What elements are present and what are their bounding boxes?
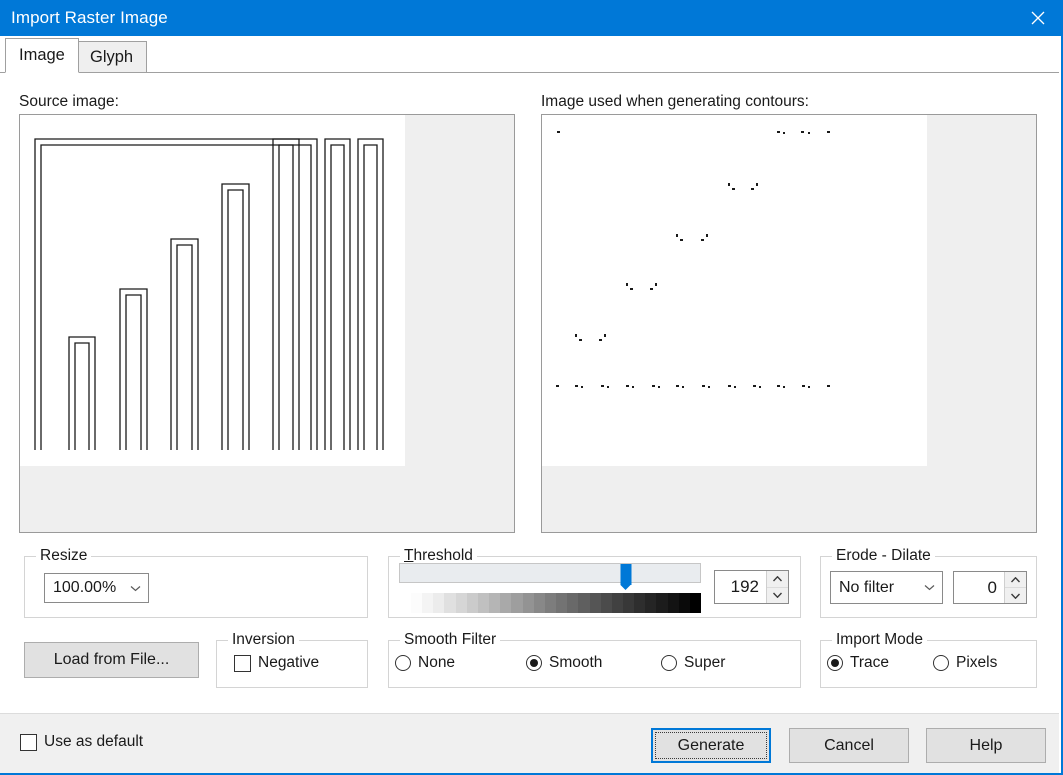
smooth-filter-option-none[interactable]: None [395,654,455,672]
dialog-body: Source image: Image used when generating… [0,73,1059,713]
erode-dilate-filter-value: No filter [839,578,895,596]
import-mode-option-trace[interactable]: Trace [827,654,889,672]
negative-checkbox-box [234,654,251,672]
resize-group-title: Resize [36,547,92,565]
source-image-label: Source image: [19,93,119,110]
cancel-button-label: Cancel [824,736,874,754]
contours-image-artwork [542,115,927,466]
threshold-gradient-bar [411,593,702,613]
smooth-filter-none-label: None [418,654,456,671]
erode-dilate-spinner-buttons [1004,572,1026,603]
cancel-button[interactable]: Cancel [789,728,909,763]
use-as-default-label: Use as default [44,733,144,750]
contours-image-canvas [542,115,927,466]
threshold-slider[interactable] [399,563,701,590]
smooth-filter-none-radio [395,655,411,671]
negative-checkbox[interactable]: Negative [234,654,319,672]
tab-glyph-label: Glyph [90,47,134,66]
smooth-filter-group-title: Smooth Filter [400,631,501,649]
import-raster-image-dialog: Import Raster Image Glyph Image Source i… [0,0,1063,775]
source-image-preview[interactable] [19,114,515,533]
smooth-filter-super-radio [661,655,677,671]
smooth-filter-option-super[interactable]: Super [661,654,725,672]
tab-strip: Glyph Image [0,36,1059,73]
threshold-value: 192 [730,577,759,596]
generate-button-label: Generate [677,736,745,754]
source-image-canvas [20,115,405,466]
threshold-title-rest: hreshold [413,547,473,564]
smooth-filter-super-label: Super [684,654,726,671]
smooth-filter-smooth-label: Smooth [549,654,603,671]
source-image-artwork [20,115,405,466]
smooth-filter-smooth-radio [526,655,542,671]
erode-dilate-group: Erode - Dilate No filter 0 [820,547,1037,618]
import-mode-trace-radio [827,655,843,671]
tab-glyph[interactable]: Glyph [76,41,148,73]
help-button-label: Help [969,736,1003,754]
dialog-footer: Use as default Generate Cancel Help [0,713,1059,773]
threshold-spin-down-icon[interactable] [767,587,788,603]
erode-dilate-filter-combobox[interactable]: No filter [830,571,943,604]
contours-image-preview[interactable] [541,114,1037,533]
import-mode-pixels-label: Pixels [956,654,998,671]
erode-dilate-spin-up-icon[interactable] [1005,572,1026,588]
negative-checkbox-label: Negative [258,654,320,671]
generate-button[interactable]: Generate [651,728,771,763]
threshold-spin-up-icon[interactable] [767,571,788,588]
import-mode-group-title: Import Mode [832,631,928,649]
tab-image[interactable]: Image [5,38,79,73]
import-mode-trace-label: Trace [850,654,890,671]
tab-image-label: Image [19,46,65,64]
resize-combobox[interactable]: 100.00% [44,573,149,603]
threshold-spinner[interactable]: 192 [714,570,789,604]
close-icon [1031,11,1045,25]
erode-dilate-amount-spinner[interactable]: 0 [953,571,1027,604]
threshold-slider-track [399,563,701,583]
title-bar: Import Raster Image [0,0,1063,36]
chevron-down-icon [916,584,942,591]
smooth-filter-group: Smooth Filter None Smooth Super [388,631,801,688]
resize-value: 100.00% [53,579,117,596]
threshold-slider-thumb[interactable] [620,564,632,590]
erode-dilate-group-title: Erode - Dilate [832,547,935,565]
import-mode-group: Import Mode Trace Pixels [820,631,1037,688]
load-from-file-button[interactable]: Load from File... [24,642,199,678]
threshold-spinner-buttons [766,571,788,603]
window-title: Import Raster Image [11,8,168,27]
erode-dilate-spin-down-icon[interactable] [1005,588,1026,603]
import-mode-pixels-radio [933,655,949,671]
import-mode-option-pixels[interactable]: Pixels [933,654,997,672]
inversion-group-title: Inversion [228,631,299,649]
smooth-filter-option-smooth[interactable]: Smooth [526,654,602,672]
load-from-file-label: Load from File... [53,651,170,668]
use-as-default-checkbox-box [20,733,37,751]
close-button[interactable] [1013,0,1063,36]
help-button[interactable]: Help [926,728,1046,763]
resize-group: Resize 100.00% [24,547,368,618]
threshold-group: Threshold 192 [388,547,801,618]
contours-image-label: Image used when generating contours: [541,93,809,110]
chevron-down-icon [122,585,148,592]
inversion-group: Inversion Negative [216,631,368,688]
erode-dilate-amount-value: 0 [987,577,997,597]
use-as-default-checkbox[interactable]: Use as default [20,733,143,751]
